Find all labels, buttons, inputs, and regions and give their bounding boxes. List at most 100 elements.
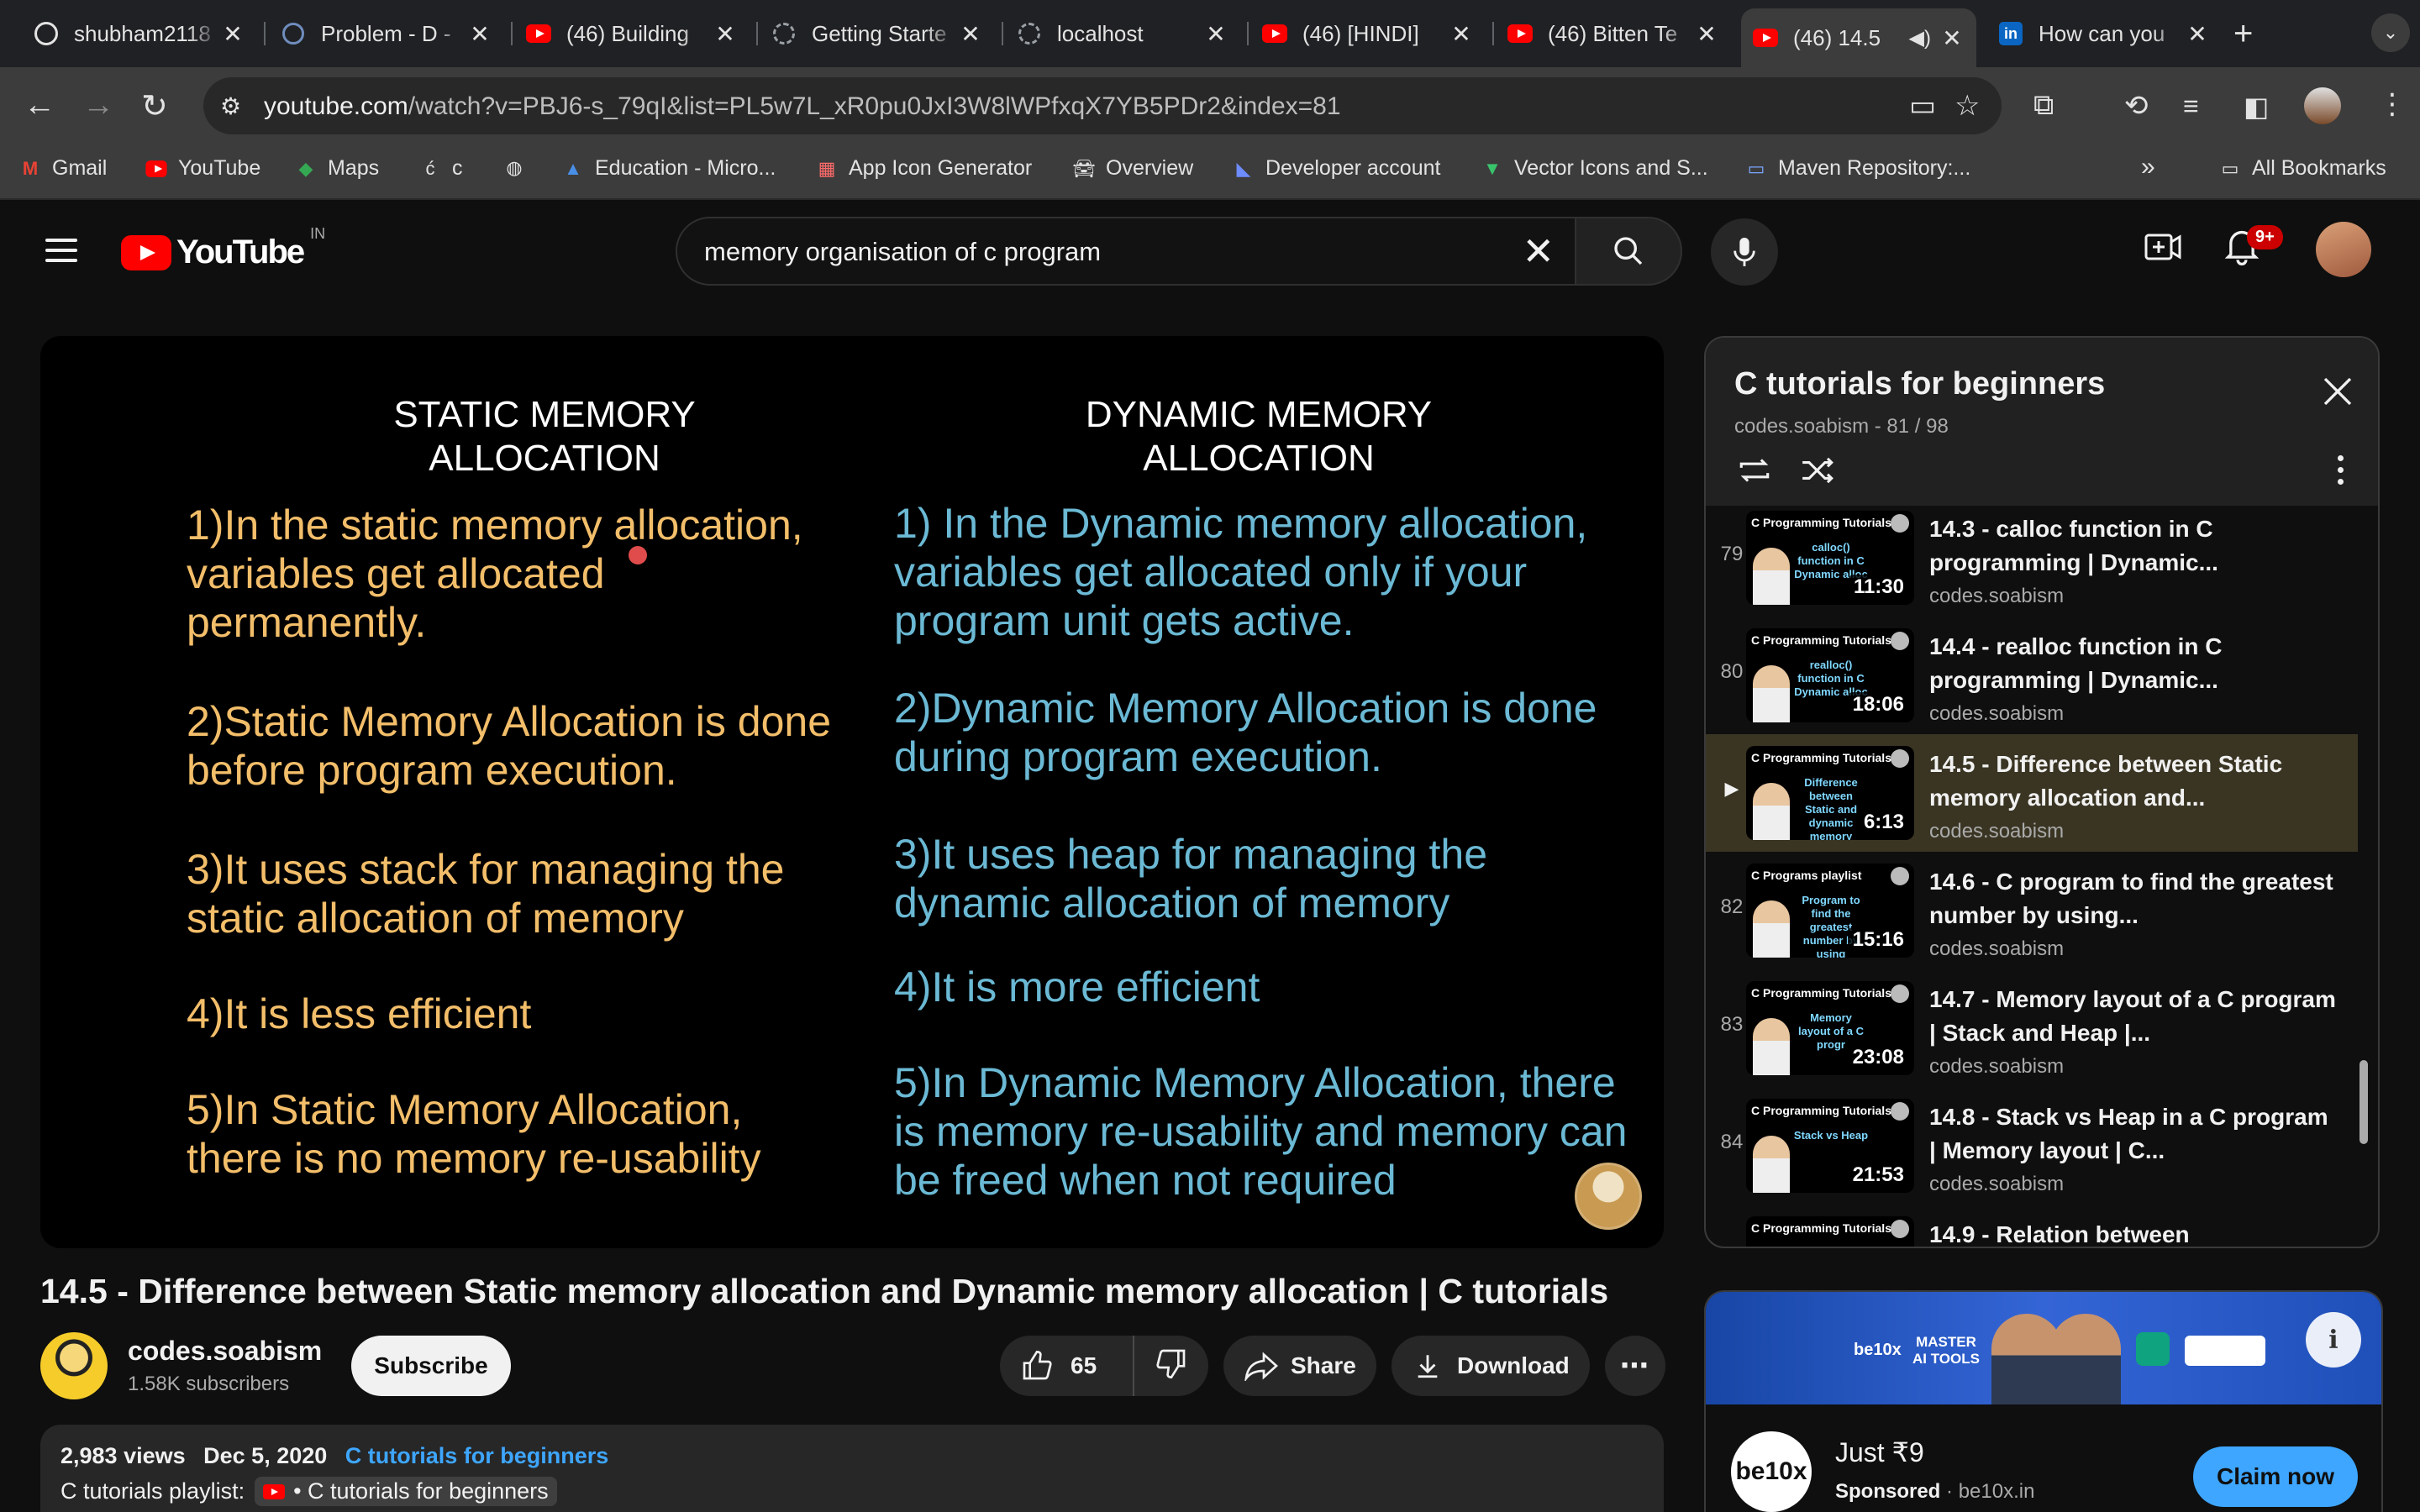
close-tab-icon[interactable]: ✕ bbox=[1203, 20, 1228, 48]
close-tab-icon[interactable]: ✕ bbox=[467, 20, 492, 48]
bookmark-item[interactable]: ◍ bbox=[502, 156, 536, 180]
close-tab-icon[interactable]: ✕ bbox=[958, 20, 983, 48]
playlist-item[interactable]: 84 C Programming Tutorials Stack vs Heap 21… bbox=[1706, 1087, 2358, 1205]
site-info-icon[interactable]: ⚙ bbox=[220, 92, 241, 120]
ad-advertiser-logo[interactable]: be10x bbox=[1731, 1431, 1812, 1512]
close-tab-icon[interactable]: ✕ bbox=[2185, 20, 2210, 48]
bookmark-star-icon[interactable]: ☆ bbox=[1954, 89, 1980, 123]
extensions-icon[interactable]: ⧉ bbox=[2033, 89, 2054, 122]
thumbnail-heading: C Programming Tutorials bbox=[1751, 1104, 1891, 1117]
bookmark-item[interactable]: ▭ Maven Repository:... bbox=[1744, 156, 1971, 181]
browser-tab[interactable]: (46) [HINDI] ✕ bbox=[1250, 12, 1486, 55]
browser-tab[interactable]: (46) Bitten Te ✕ bbox=[1496, 12, 1731, 55]
reload-button[interactable]: ↻ bbox=[141, 87, 168, 125]
close-tab-icon[interactable]: ✕ bbox=[220, 20, 245, 48]
video-thumbnail[interactable]: C Programming Tutorials Stack vs Heap 21:5… bbox=[1746, 1099, 1914, 1193]
bookmark-item[interactable]: YouTube bbox=[145, 156, 260, 181]
address-bar[interactable]: ⚙ youtube.com/watch?v=PBJ6-s_79qI&list=P… bbox=[203, 77, 2002, 134]
video-thumbnail[interactable]: C Programming Tutorials calloc() function… bbox=[1746, 511, 1914, 605]
clear-search-icon[interactable]: ✕ bbox=[1522, 228, 1555, 274]
dislike-button[interactable] bbox=[1134, 1347, 1188, 1386]
speaker-icon[interactable]: ◀) bbox=[1909, 26, 1931, 50]
playlist-channel[interactable]: codes.soabism bbox=[1734, 415, 1869, 438]
bookmark-item[interactable]: ◣ Developer account bbox=[1232, 156, 1441, 181]
channel-name[interactable]: codes.soabism bbox=[128, 1336, 322, 1367]
all-bookmarks[interactable]: ▭ All Bookmarks bbox=[2218, 156, 2386, 181]
subscribe-button[interactable]: Subscribe bbox=[351, 1336, 511, 1396]
playlist-scrollbar[interactable] bbox=[2360, 1060, 2368, 1144]
playlist-link[interactable]: C tutorials for beginners bbox=[345, 1443, 609, 1468]
ad-cta-button[interactable]: Claim now bbox=[2193, 1446, 2358, 1507]
share-button[interactable]: Share bbox=[1223, 1336, 1376, 1396]
video-thumbnail[interactable]: C Programming Tutorials bbox=[1746, 1216, 1914, 1247]
loop-playlist-button[interactable] bbox=[1736, 454, 1773, 491]
playlist-video-channel: codes.soabism bbox=[1929, 702, 2065, 725]
new-tab-button[interactable]: + bbox=[2233, 15, 2253, 53]
playlist-item[interactable]: 82 C Programs playlist Program to find the… bbox=[1706, 852, 2358, 969]
browser-tab[interactable]: Getting Starte ✕ bbox=[760, 12, 995, 55]
playlist-title[interactable]: C tutorials for beginners bbox=[1734, 366, 2105, 402]
close-tab-icon[interactable]: ✕ bbox=[1694, 20, 1719, 48]
point-line: variables get allocated only if your bbox=[894, 549, 1528, 596]
media-control-icon[interactable]: ≡ bbox=[2183, 91, 2199, 122]
playlist-menu-icon[interactable] bbox=[2338, 455, 2344, 491]
playlist-item[interactable]: 83 C Programming Tutorials Memory layout o… bbox=[1706, 969, 2358, 1087]
bookmark-item[interactable]: ▼ Vector Icons and S... bbox=[1481, 156, 1708, 181]
shuffle-playlist-button[interactable] bbox=[1800, 454, 1837, 491]
loop-icon bbox=[1739, 459, 1770, 482]
video-player[interactable]: STATIC MEMORY ALLOCATION DYNAMIC MEMORY … bbox=[40, 336, 1664, 1248]
description-box[interactable]: 2,983 views Dec 5, 2020 C tutorials for … bbox=[40, 1425, 1664, 1512]
side-panel-icon[interactable]: ◧ bbox=[2244, 91, 2269, 123]
profile-avatar[interactable] bbox=[2304, 87, 2341, 124]
close-tab-icon[interactable]: ✕ bbox=[713, 20, 738, 48]
playlist-item[interactable]: 79 C Programming Tutorials calloc() functi… bbox=[1706, 506, 2358, 617]
bookmark-item[interactable]: ◆ Maps bbox=[294, 156, 380, 181]
video-thumbnail[interactable]: C Programs playlist Program to find the g… bbox=[1746, 864, 1914, 958]
more-actions-button[interactable]: ⋯ bbox=[1605, 1336, 1665, 1396]
browser-tab[interactable]: localhost ✕ bbox=[1005, 12, 1240, 55]
more-bookmarks-icon[interactable]: » bbox=[2141, 153, 2155, 181]
ad-banner[interactable]: be10x MASTER AI TOOLS i bbox=[1706, 1292, 2381, 1404]
youtube-logo[interactable]: YouTube IN bbox=[121, 225, 325, 271]
voice-search-button[interactable] bbox=[1711, 218, 1778, 286]
browser-tab[interactable]: Problem - D - ✕ bbox=[269, 12, 504, 55]
video-thumbnail[interactable]: C Programming Tutorials Difference betwee… bbox=[1746, 746, 1914, 840]
browser-tab[interactable]: shubham2118 ✕ bbox=[22, 12, 257, 55]
tab-search-button[interactable]: ⌄ bbox=[2371, 13, 2410, 52]
download-button[interactable]: Download bbox=[1392, 1336, 1590, 1396]
sync-icon[interactable]: ⟲ bbox=[2124, 89, 2149, 123]
install-app-icon[interactable]: ▭ bbox=[1909, 89, 1936, 123]
back-button[interactable]: ← bbox=[24, 87, 55, 123]
search-input[interactable]: memory organisation of c program ✕ bbox=[676, 217, 1576, 286]
chrome-menu-icon[interactable]: ⋮ bbox=[2378, 87, 2407, 121]
search-button[interactable] bbox=[1576, 217, 1682, 286]
browser-tab[interactable]: in How can you ✕ bbox=[1986, 12, 2222, 55]
country-code: IN bbox=[310, 225, 326, 242]
like-button[interactable]: 65 bbox=[1000, 1336, 1134, 1396]
playlist-chip[interactable]: • C tutorials for beginners bbox=[255, 1477, 557, 1506]
close-tab-icon[interactable]: ✕ bbox=[1449, 20, 1474, 48]
playlist-item-current[interactable]: ▶ C Programming Tutorials Difference betwe… bbox=[1706, 734, 2358, 852]
video-thumbnail[interactable]: C Programming Tutorials Memory layout of … bbox=[1746, 981, 1914, 1075]
account-avatar[interactable] bbox=[2316, 222, 2371, 277]
create-video-button[interactable] bbox=[2144, 232, 2181, 266]
thumbnail-person bbox=[1753, 548, 1790, 605]
browser-tab[interactable]: (46) Building ✕ bbox=[514, 12, 750, 55]
bookmark-item[interactable]: 🚘︎ Overview bbox=[1072, 156, 1193, 181]
close-playlist-button[interactable] bbox=[2321, 375, 2354, 412]
bookmark-item[interactable]: ▲ Education - Micro... bbox=[561, 156, 776, 181]
playlist-item[interactable]: 80 C Programming Tutorials realloc() funct… bbox=[1706, 617, 2358, 734]
playlist-item[interactable]: C Programming Tutorials 14.9 - Relation b… bbox=[1706, 1205, 2358, 1247]
video-thumbnail[interactable]: C Programming Tutorials realloc() functio… bbox=[1746, 628, 1914, 722]
bookmark-item[interactable]: M Gmail bbox=[18, 156, 107, 181]
channel-watermark[interactable] bbox=[1575, 1163, 1642, 1230]
close-tab-icon[interactable]: ✕ bbox=[1939, 24, 1965, 52]
bookmark-item[interactable]: ▦ App Icon Generator bbox=[815, 156, 1033, 181]
bookmark-item[interactable]: ćc bbox=[418, 156, 463, 181]
sponsored-ad[interactable]: be10x MASTER AI TOOLS i be10x Just ₹9 Sp… bbox=[1704, 1290, 2383, 1512]
channel-avatar[interactable] bbox=[40, 1332, 108, 1399]
forward-button[interactable]: → bbox=[82, 87, 114, 123]
browser-tab[interactable]: (46) 14.5 ◀) ✕ bbox=[1741, 8, 1976, 67]
guide-menu-icon[interactable] bbox=[45, 239, 77, 269]
ad-info-button[interactable]: i bbox=[2306, 1312, 2361, 1368]
